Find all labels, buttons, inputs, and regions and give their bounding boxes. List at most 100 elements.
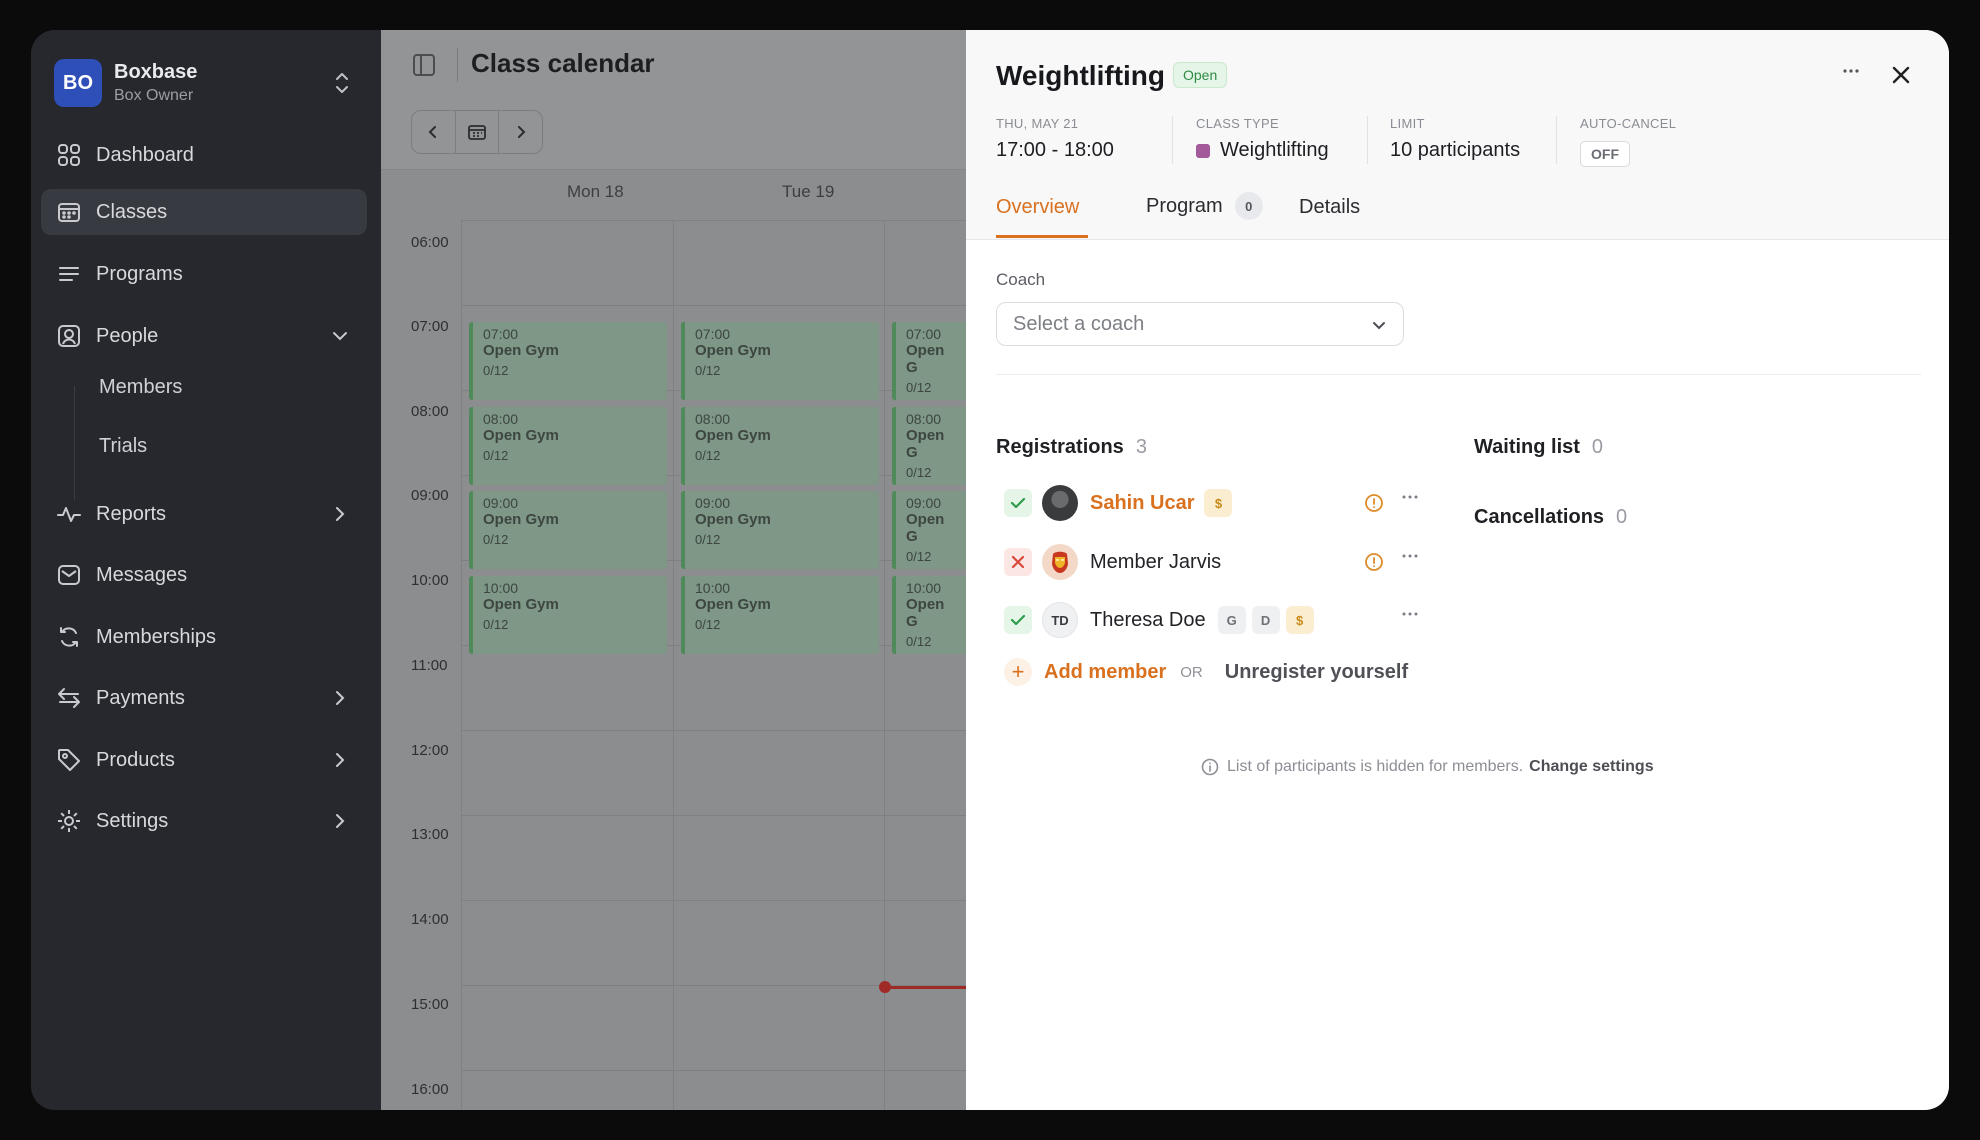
sidebar-item-payments[interactable]: Payments xyxy=(41,675,367,721)
sidebar-item-messages[interactable]: Messages xyxy=(41,552,367,598)
today-button[interactable] xyxy=(456,111,500,153)
coach-select[interactable]: Select a coach xyxy=(996,302,1404,346)
row-more-button[interactable] xyxy=(1396,546,1424,574)
event-capacity: 0/12 xyxy=(906,634,932,649)
activity-icon xyxy=(54,499,84,529)
calendar-event[interactable]: 09:00 Open Gym 0/12 xyxy=(681,491,879,569)
member-tag-d: D xyxy=(1251,606,1280,634)
alert-circle-icon[interactable] xyxy=(1364,552,1384,572)
row-more-button[interactable] xyxy=(1396,487,1424,515)
ellipsis-icon xyxy=(1843,69,1859,73)
attendance-check-toggle[interactable] xyxy=(1004,606,1032,634)
unregister-yourself-button[interactable]: Unregister yourself xyxy=(1225,661,1408,684)
event-name: Open Gym xyxy=(483,596,559,613)
event-capacity: 0/12 xyxy=(906,465,932,480)
calendar-event[interactable]: 07:00 Open Gym 0/12 xyxy=(469,322,667,400)
waiting-list-title: Waiting list xyxy=(1474,436,1580,458)
member-name[interactable]: Member Jarvis xyxy=(1090,551,1221,574)
calendar-event[interactable]: 09:00 Open G 0/12 xyxy=(892,491,966,569)
calendar-event[interactable]: 08:00 Open G 0/12 xyxy=(892,407,966,485)
sidebar-item-reports[interactable]: Reports xyxy=(41,491,367,537)
day-header-tue: Tue 19 xyxy=(782,182,835,201)
change-settings-link[interactable]: Change settings xyxy=(1529,758,1653,776)
attendance-check-toggle[interactable] xyxy=(1004,489,1032,517)
or-separator: OR xyxy=(1180,663,1203,681)
event-capacity: 0/12 xyxy=(483,532,509,547)
member-name[interactable]: Sahin Ucar xyxy=(1090,492,1194,515)
event-time: 08:00 xyxy=(483,411,519,427)
calendar-event[interactable]: 08:00 Open Gym 0/12 xyxy=(469,407,667,485)
class-type-color-swatch xyxy=(1196,143,1210,158)
meta-time-value: 17:00 - 18:00 xyxy=(996,139,1114,161)
alert-circle-icon[interactable] xyxy=(1364,493,1384,513)
row-more-button[interactable] xyxy=(1396,604,1424,632)
sidebar-subitem-trials[interactable]: Trials xyxy=(99,435,147,458)
sidebar-toggle-icon[interactable] xyxy=(411,52,437,78)
registration-row[interactable]: Member Jarvis xyxy=(996,542,1426,582)
workspace-name: Boxbase xyxy=(114,61,198,83)
sidebar-item-programs[interactable]: Programs xyxy=(41,251,367,297)
add-member-row: + Add member OR Unregister yourself xyxy=(996,658,1408,686)
sidebar-subitem-members[interactable]: Members xyxy=(99,376,182,399)
meta-separator xyxy=(1556,116,1557,164)
time-label: 15:00 xyxy=(411,996,449,1013)
meta-date: THU, MAY 21 17:00 - 18:00 xyxy=(996,116,1114,162)
workspace-switcher[interactable]: BO Boxbase Box Owner xyxy=(54,53,364,113)
calendar-event[interactable]: 09:00 Open Gym 0/12 xyxy=(469,491,667,569)
close-icon[interactable] xyxy=(1886,60,1916,90)
chevron-up-down-icon xyxy=(336,73,348,93)
event-name: Open G xyxy=(906,511,945,545)
sidebar-item-people[interactable]: People xyxy=(41,313,367,359)
dashboard-icon xyxy=(54,140,84,170)
meta-type-value: Weightlifting xyxy=(1220,139,1329,161)
avatar xyxy=(1042,544,1078,580)
more-options-button[interactable] xyxy=(1836,60,1866,90)
user-badge-icon xyxy=(54,321,84,351)
tab-program[interactable]: Program 0 xyxy=(1146,192,1263,220)
ellipsis-icon xyxy=(1402,612,1418,616)
prev-week-button[interactable] xyxy=(412,111,456,153)
attendance-check-toggle[interactable] xyxy=(1004,548,1032,576)
class-calendar: Class calendar Mon 18 Tue 19 We 06:00 07… xyxy=(381,30,998,1110)
workspace-avatar: BO xyxy=(54,59,102,107)
event-time: 08:00 xyxy=(906,411,942,427)
check-icon xyxy=(1010,614,1026,626)
transfer-icon xyxy=(54,683,84,713)
time-label: 06:00 xyxy=(411,234,449,251)
sidebar-item-classes[interactable]: Classes xyxy=(41,189,367,235)
event-name: Open Gym xyxy=(483,342,559,359)
sidebar-item-dashboard[interactable]: Dashboard xyxy=(41,132,367,178)
calendar-event[interactable]: 08:00 Open Gym 0/12 xyxy=(681,407,879,485)
calendar-event[interactable]: 07:00 Open G 0/12 xyxy=(892,322,966,400)
time-label: 07:00 xyxy=(411,318,449,335)
tab-details[interactable]: Details xyxy=(1299,196,1360,219)
calendar-event[interactable]: 10:00 Open Gym 0/12 xyxy=(469,576,667,654)
tab-overview[interactable]: Overview xyxy=(996,196,1079,219)
grid-line xyxy=(461,220,462,1110)
sidebar-item-label: Memberships xyxy=(96,625,217,648)
member-tag-g: G xyxy=(1217,606,1246,634)
add-member-button[interactable]: Add member xyxy=(1044,661,1166,684)
app-window: BO Boxbase Box Owner Dashboard Classes P… xyxy=(31,30,1949,1110)
sidebar-item-settings[interactable]: Settings xyxy=(41,798,367,844)
grid-line xyxy=(461,900,966,901)
next-week-button[interactable] xyxy=(499,111,542,153)
sidebar-item-products[interactable]: Products xyxy=(41,737,367,783)
calendar-event[interactable]: 10:00 Open Gym 0/12 xyxy=(681,576,879,654)
sidebar-item-memberships[interactable]: Memberships xyxy=(41,614,367,660)
member-name[interactable]: Theresa Doe xyxy=(1090,609,1206,632)
grid-line xyxy=(461,815,966,816)
plus-icon[interactable]: + xyxy=(1004,658,1032,686)
grid-line xyxy=(884,220,885,1110)
calendar-header: Class calendar xyxy=(381,30,966,170)
registration-row[interactable]: TD Theresa Doe G D $ xyxy=(996,600,1426,640)
registration-row[interactable]: Sahin Ucar $ xyxy=(996,483,1426,523)
registrations-heading: Registrations 3 xyxy=(996,436,1147,459)
calendar-event[interactable]: 10:00 Open G 0/12 xyxy=(892,576,966,654)
avatar: TD xyxy=(1042,602,1078,638)
waiting-list-heading: Waiting list 0 xyxy=(1474,436,1603,459)
tab-count-badge: 0 xyxy=(1234,192,1263,220)
auto-cancel-toggle[interactable]: OFF xyxy=(1580,141,1630,167)
calendar-event[interactable]: 07:00 Open Gym 0/12 xyxy=(681,322,879,400)
cancellations-count: 0 xyxy=(1616,506,1628,528)
